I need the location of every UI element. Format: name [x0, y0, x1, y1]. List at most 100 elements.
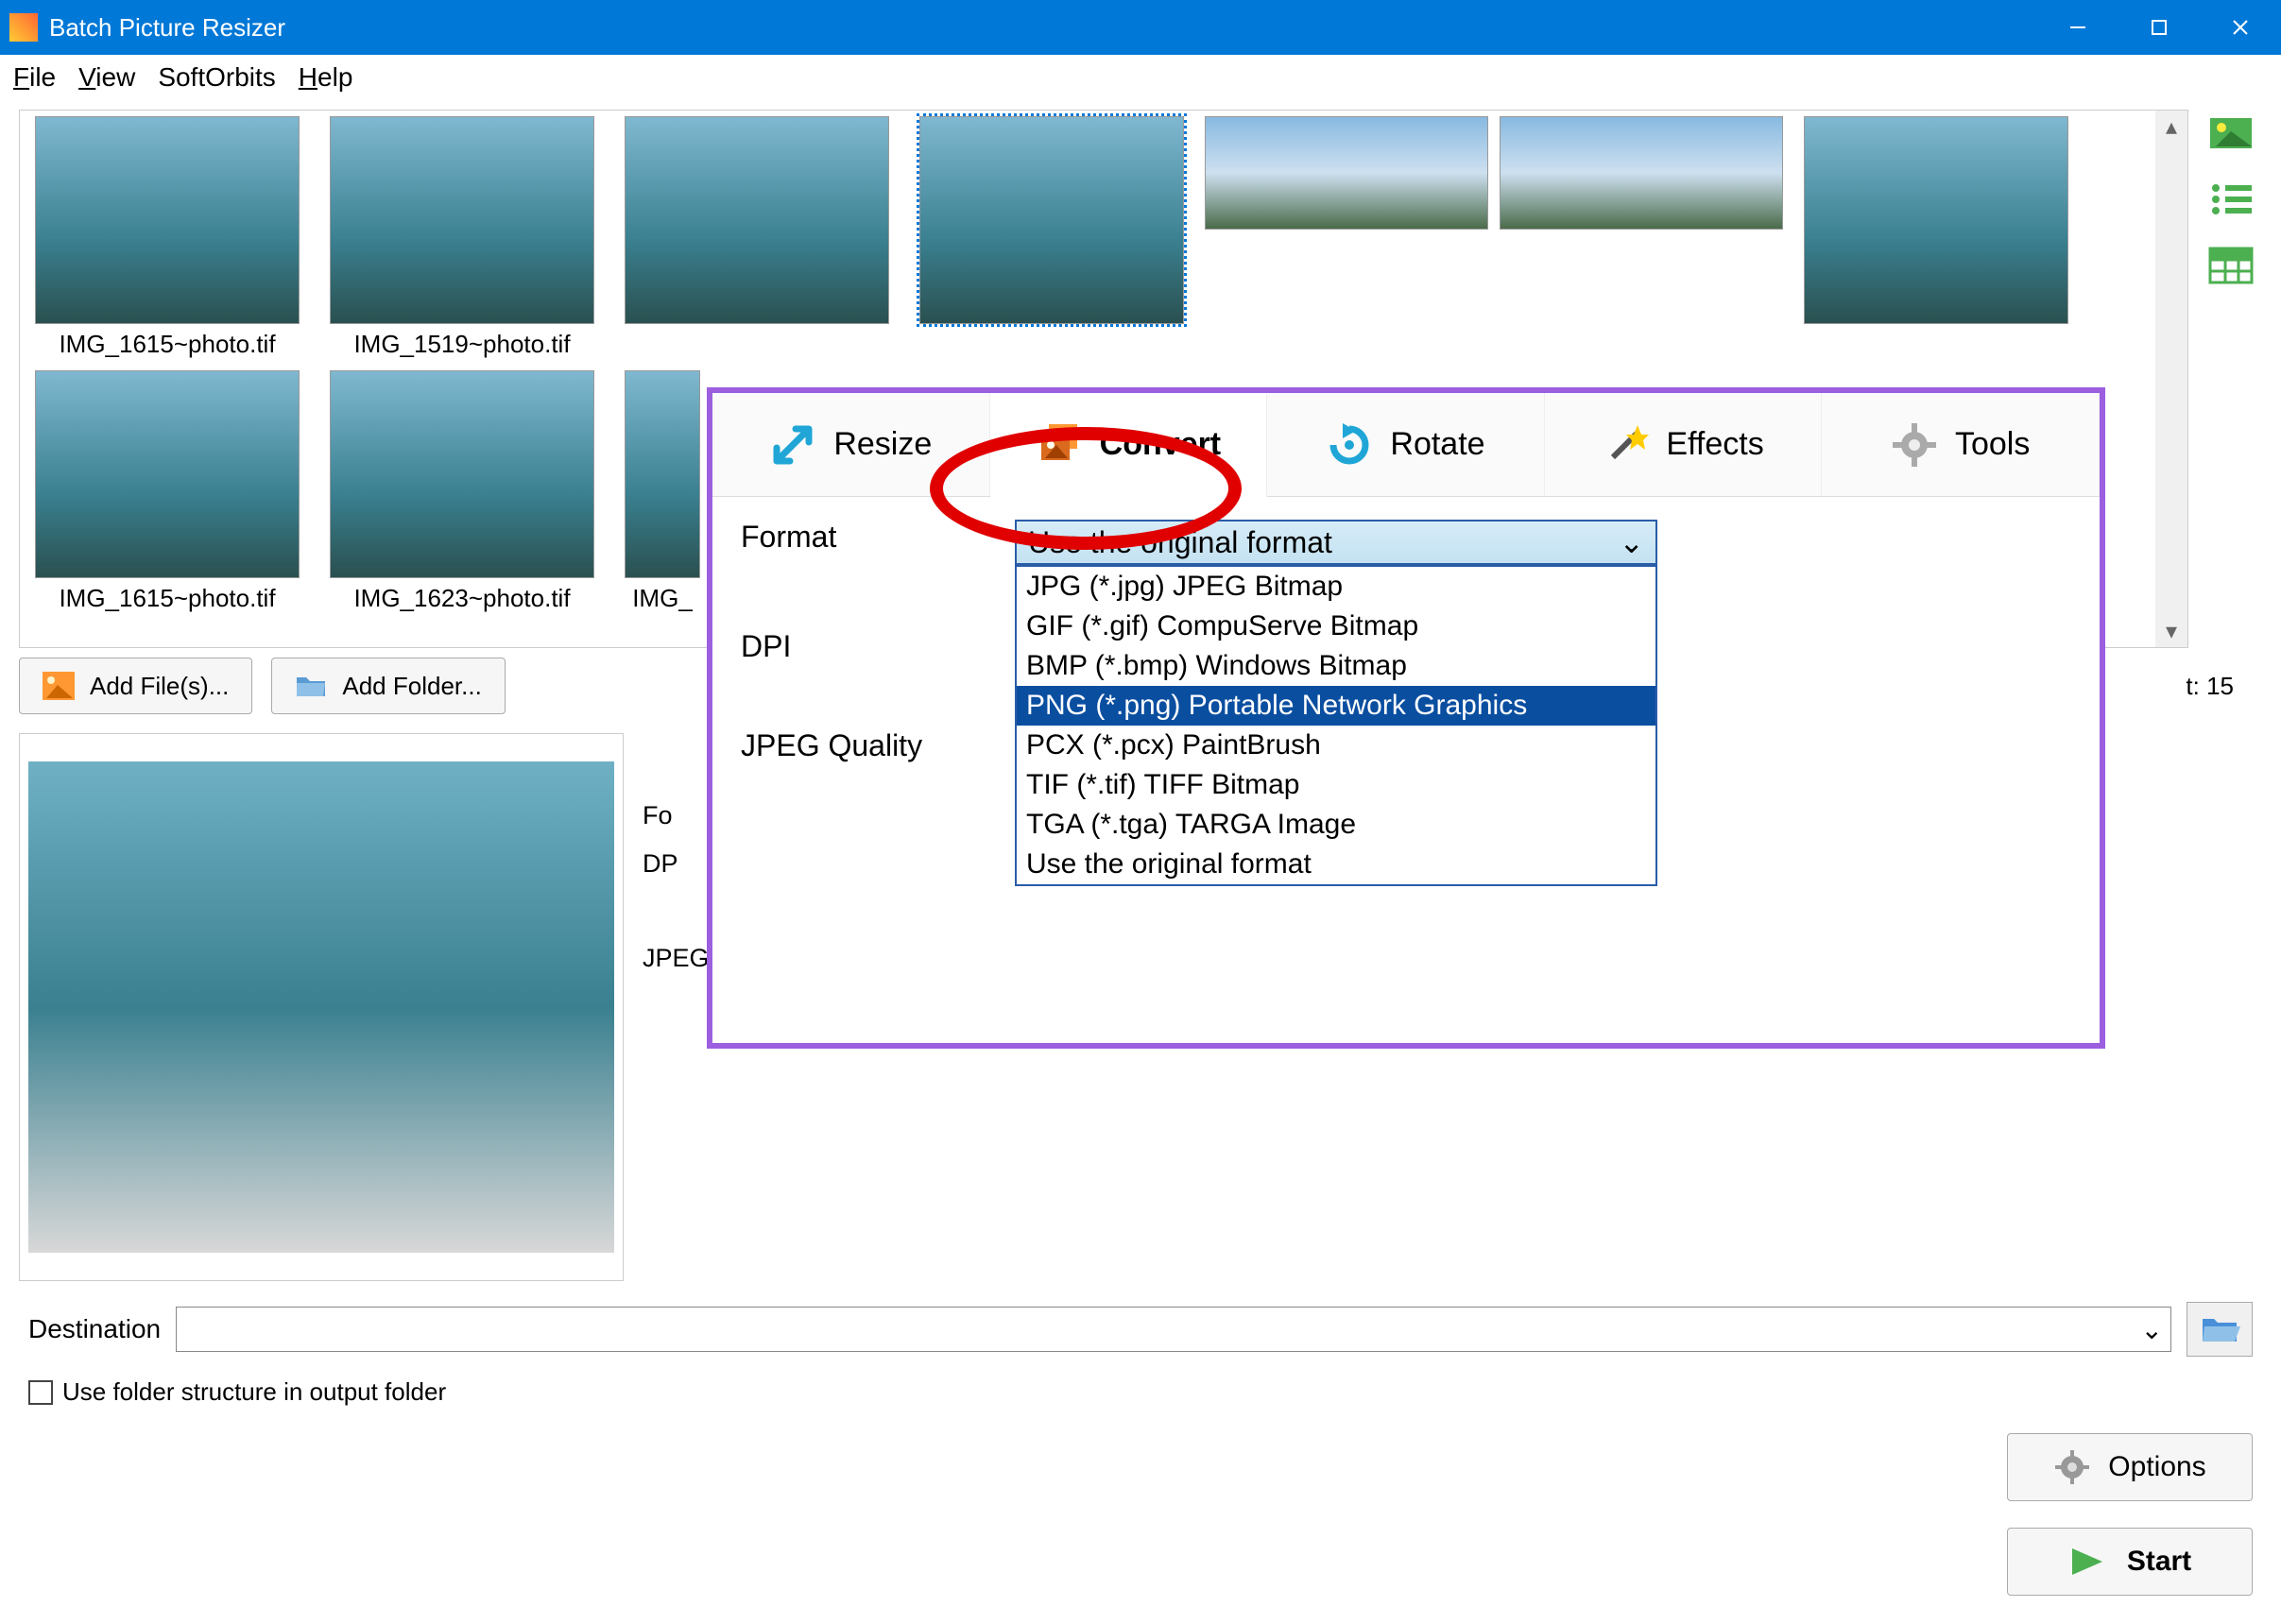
tab-label: Rotate: [1390, 426, 1484, 463]
thumbnail-item[interactable]: IMG_: [615, 370, 710, 613]
play-arrow-icon: [2068, 1545, 2110, 1579]
scrollbar-vertical[interactable]: ▴ ▾: [2155, 111, 2187, 647]
thumbnail-label: IMG_1615~photo.tif: [59, 330, 275, 359]
add-files-button[interactable]: Add File(s)...: [19, 658, 252, 714]
table-icon: [2208, 247, 2254, 284]
format-option[interactable]: TGA (*.tga) TARGA Image: [1017, 805, 1655, 845]
thumbnail-image: [919, 116, 1184, 324]
scroll-down-arrow-icon[interactable]: ▾: [2155, 615, 2187, 647]
rotate-icon: [1326, 421, 1373, 469]
scroll-up-arrow-icon[interactable]: ▴: [2155, 111, 2187, 143]
tab-label: Effects: [1666, 426, 1763, 463]
gear-icon: [1891, 421, 1938, 469]
tab-effects[interactable]: Effects: [1545, 393, 1823, 496]
preview-image: [28, 761, 614, 1253]
tab-label: Tools: [1955, 426, 2030, 463]
window-title: Batch Picture Resizer: [49, 13, 285, 43]
title-bar: Batch Picture Resizer: [0, 0, 2281, 55]
minimize-button[interactable]: [2037, 0, 2118, 55]
overlay-tab-bar: Resize Convert Rotate Effects Tools: [712, 393, 2100, 497]
menu-softorbits[interactable]: SoftOrbits: [158, 62, 275, 93]
button-label: Start: [2127, 1546, 2191, 1578]
tab-tools[interactable]: Tools: [1822, 393, 2100, 496]
maximize-icon: [2151, 19, 2168, 36]
thumbnail-item[interactable]: [1205, 116, 1488, 359]
window-controls: [2037, 0, 2281, 55]
thumbnail-image: [330, 116, 594, 324]
view-mode-strip: [2198, 100, 2264, 648]
thumbnail-label: IMG_: [632, 584, 693, 613]
thumbnail-item[interactable]: IMG_1519~photo.tif: [320, 116, 604, 359]
thumbnail-label: IMG_1519~photo.tif: [353, 330, 570, 359]
thumbnail-image: [35, 116, 300, 324]
thumbnail-item[interactable]: IMG_1615~photo.tif: [26, 116, 309, 359]
file-count-label: t: 15: [2186, 672, 2262, 701]
start-button[interactable]: Start: [2007, 1528, 2253, 1596]
gear-icon: [2053, 1448, 2091, 1486]
folder-icon: [295, 672, 327, 700]
minimize-icon: [2068, 18, 2087, 37]
format-option[interactable]: TIF (*.tif) TIFF Bitmap: [1017, 765, 1655, 805]
format-option[interactable]: Use the original format: [1017, 845, 1655, 884]
resize-icon: [769, 421, 816, 469]
preview-pane: [19, 733, 624, 1281]
format-combobox[interactable]: Use the original format ⌄: [1015, 520, 1657, 565]
menu-file[interactable]: File: [13, 62, 56, 93]
thumbnail-item[interactable]: [1794, 116, 2078, 359]
thumbnail-image: [1804, 116, 2068, 324]
thumbnail-label: IMG_1615~photo.tif: [59, 584, 275, 613]
destination-row: Destination ⌄: [0, 1291, 2281, 1368]
checkbox-label: Use folder structure in output folder: [62, 1377, 446, 1407]
thumbnail-item[interactable]: IMG_1623~photo.tif: [320, 370, 604, 613]
options-button[interactable]: Options: [2007, 1433, 2253, 1501]
convert-callout-overlay: Resize Convert Rotate Effects Tools Form…: [707, 387, 2105, 1049]
add-folder-button[interactable]: Add Folder...: [271, 658, 505, 714]
thumbnail-image: [35, 370, 300, 578]
overlay-quality-label: JPEG Quality: [741, 728, 958, 763]
thumbnail-item-selected[interactable]: [910, 116, 1193, 359]
overlay-format-label: Format: [741, 520, 958, 555]
menu-help[interactable]: Help: [299, 62, 353, 93]
format-option[interactable]: JPG (*.jpg) JPEG Bitmap: [1017, 567, 1655, 607]
button-label: Add Folder...: [342, 672, 481, 701]
browse-folder-button[interactable]: [2187, 1302, 2253, 1357]
magic-wand-icon: [1602, 421, 1649, 469]
folder-structure-checkbox-row: Use folder structure in output folder: [0, 1368, 2281, 1416]
convert-icon: [1036, 420, 1083, 468]
format-option-hover[interactable]: PNG (*.png) Portable Network Graphics: [1017, 686, 1655, 726]
picture-icon: [2208, 114, 2254, 152]
thumbnail-item[interactable]: IMG_1615~photo.tif: [26, 370, 309, 613]
picture-icon: [43, 672, 75, 700]
tab-label: Resize: [833, 426, 932, 463]
thumbnail-image: [625, 116, 889, 324]
app-icon: [9, 13, 38, 42]
tab-rotate[interactable]: Rotate: [1267, 393, 1545, 496]
thumbnail-image: [1205, 116, 1488, 230]
folder-structure-checkbox[interactable]: [28, 1380, 53, 1405]
close-button[interactable]: [2200, 0, 2281, 55]
thumbnail-image: [625, 370, 700, 578]
view-list-button[interactable]: [2207, 176, 2255, 223]
menu-view[interactable]: View: [78, 62, 135, 93]
format-dropdown-list[interactable]: JPG (*.jpg) JPEG Bitmap GIF (*.gif) Comp…: [1015, 565, 1657, 886]
tab-label: Convert: [1100, 426, 1221, 463]
thumbnail-item[interactable]: [615, 116, 899, 359]
thumbnail-item[interactable]: [1500, 116, 1783, 359]
maximize-button[interactable]: [2118, 0, 2200, 55]
thumbnail-label: IMG_1623~photo.tif: [353, 584, 570, 613]
destination-label: Destination: [28, 1314, 161, 1344]
menu-bar: File View SoftOrbits Help: [0, 55, 2281, 100]
scrollbar-track[interactable]: [2155, 143, 2187, 615]
view-thumbnails-button[interactable]: [2207, 110, 2255, 157]
button-label: Add File(s)...: [90, 672, 229, 701]
folder-open-icon: [2199, 1311, 2240, 1347]
destination-combo[interactable]: ⌄: [176, 1307, 2171, 1352]
button-label: Options: [2108, 1451, 2205, 1483]
chevron-down-icon: ⌄: [1619, 524, 1644, 560]
tab-resize[interactable]: Resize: [712, 393, 990, 496]
thumbnail-image: [1500, 116, 1783, 230]
view-details-button[interactable]: [2207, 242, 2255, 289]
tab-convert[interactable]: Convert: [990, 394, 1268, 497]
close-icon: [2231, 18, 2250, 37]
thumbnail-image: [330, 370, 594, 578]
